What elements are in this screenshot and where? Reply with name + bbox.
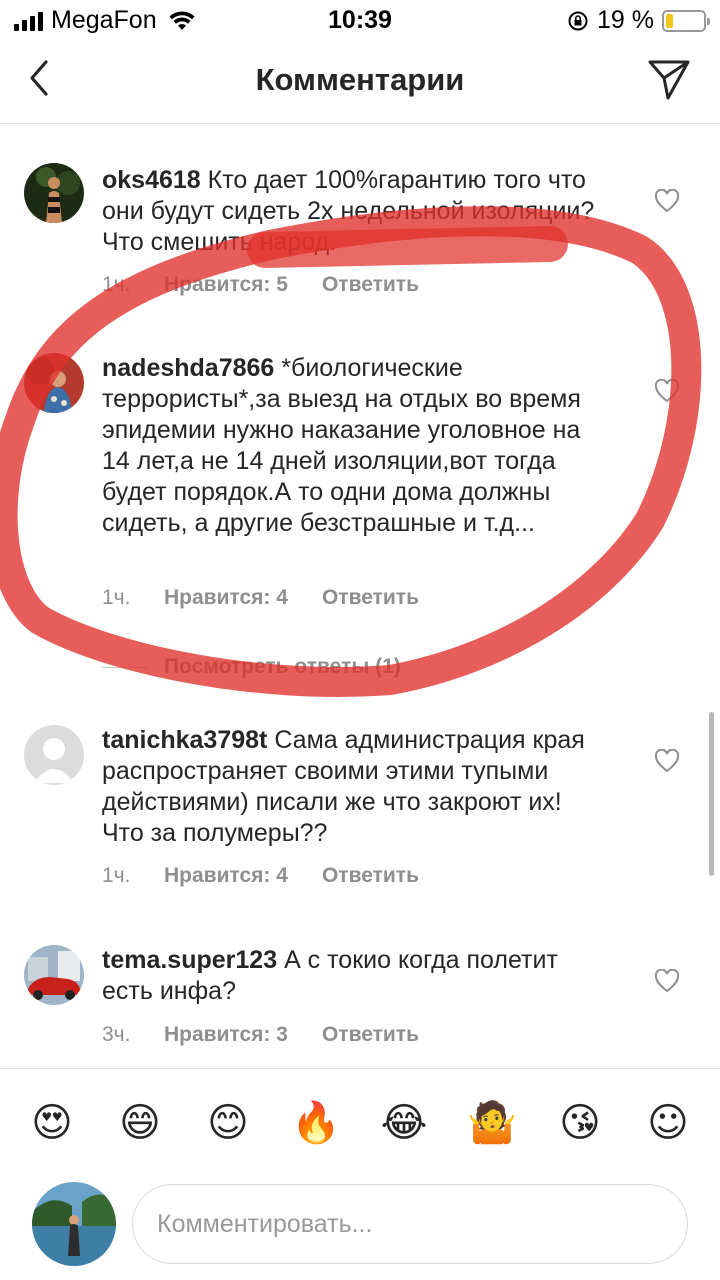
emoji-button[interactable]: 😊: [198, 1093, 258, 1153]
reply-button[interactable]: Ответить: [322, 273, 419, 297]
comment-meta: 3ч. Нравится: 3 Ответить: [102, 1023, 419, 1047]
battery-icon: [662, 9, 710, 32]
reply-button[interactable]: Ответить: [322, 1023, 419, 1047]
battery-level: [666, 13, 673, 28]
comment-composer: [0, 1176, 720, 1280]
view-replies-button[interactable]: Посмотреть ответы (1): [102, 655, 401, 679]
avatar[interactable]: [24, 353, 84, 413]
emoji-button[interactable]: 😘: [550, 1093, 610, 1153]
user-avatar[interactable]: [32, 1182, 116, 1266]
avatar[interactable]: [24, 725, 84, 785]
comment-likes[interactable]: Нравится: 4: [164, 864, 288, 888]
heart-icon[interactable]: [654, 189, 680, 213]
heart-icon[interactable]: [654, 969, 680, 993]
emoji-button[interactable]: 😂: [374, 1093, 434, 1153]
comment-meta: 1ч. Нравится: 4 Ответить: [102, 586, 419, 610]
reply-button[interactable]: Ответить: [322, 864, 419, 888]
view-replies-label[interactable]: Посмотреть ответы (1): [164, 655, 401, 679]
comment-text: tema.super123 А с токио когда полетит ес…: [102, 945, 602, 1007]
emoji-button[interactable]: 🤷: [462, 1093, 522, 1153]
comment-username[interactable]: oks4618: [102, 166, 201, 194]
emoji-quick-bar: 😍 😄 😊 🔥 😂 🤷 😘 ☺: [0, 1068, 720, 1176]
comment-text: oks4618 Кто дает 100%гарантию того что о…: [102, 165, 602, 258]
status-bar: MegaFon 10:39 19 %: [0, 0, 720, 40]
comment-time: 1ч.: [102, 273, 131, 296]
reply-button[interactable]: Ответить: [322, 586, 419, 610]
page-title: Комментарии: [255, 62, 465, 97]
comment-time: 1ч.: [102, 864, 131, 887]
comment-username[interactable]: tema.super123: [102, 946, 277, 974]
rotation-lock-icon: [568, 11, 588, 30]
comment-likes[interactable]: Нравится: 4: [164, 586, 288, 610]
comment-username[interactable]: tanichka3798t: [102, 726, 267, 754]
avatar[interactable]: [24, 945, 84, 1005]
divider-line: [102, 666, 148, 668]
nav-bar: Комментарии: [0, 40, 720, 124]
comment-text: tanichka3798t Сама администрация края ра…: [102, 725, 602, 849]
heart-icon[interactable]: [654, 379, 680, 403]
comment-time: 1ч.: [102, 586, 131, 609]
comment-input[interactable]: [132, 1184, 688, 1264]
scrollbar[interactable]: [709, 712, 714, 876]
comment-username[interactable]: nadeshda7866: [102, 354, 274, 382]
comment-meta: 1ч. Нравится: 4 Ответить: [102, 864, 419, 888]
comment-text: nadeshda7866 *биологические террористы*,…: [102, 353, 602, 539]
emoji-button[interactable]: 😍: [22, 1093, 82, 1153]
heart-icon[interactable]: [654, 749, 680, 773]
emoji-button[interactable]: 🔥: [286, 1093, 346, 1153]
comment-meta: 1ч. Нравится: 5 Ответить: [102, 273, 419, 297]
emoji-button[interactable]: ☺: [638, 1093, 698, 1153]
comment-time: 3ч.: [102, 1023, 131, 1046]
avatar[interactable]: [24, 163, 84, 223]
emoji-button[interactable]: 😄: [110, 1093, 170, 1153]
comment-likes[interactable]: Нравится: 5: [164, 273, 288, 297]
status-right: 19 %: [567, 6, 710, 35]
paper-plane-icon[interactable]: [646, 56, 692, 102]
comments-list[interactable]: oks4618 Кто дает 100%гарантию того что о…: [0, 125, 720, 1067]
battery-percent: 19 %: [597, 6, 654, 34]
comment-likes[interactable]: Нравится: 3: [164, 1023, 288, 1047]
